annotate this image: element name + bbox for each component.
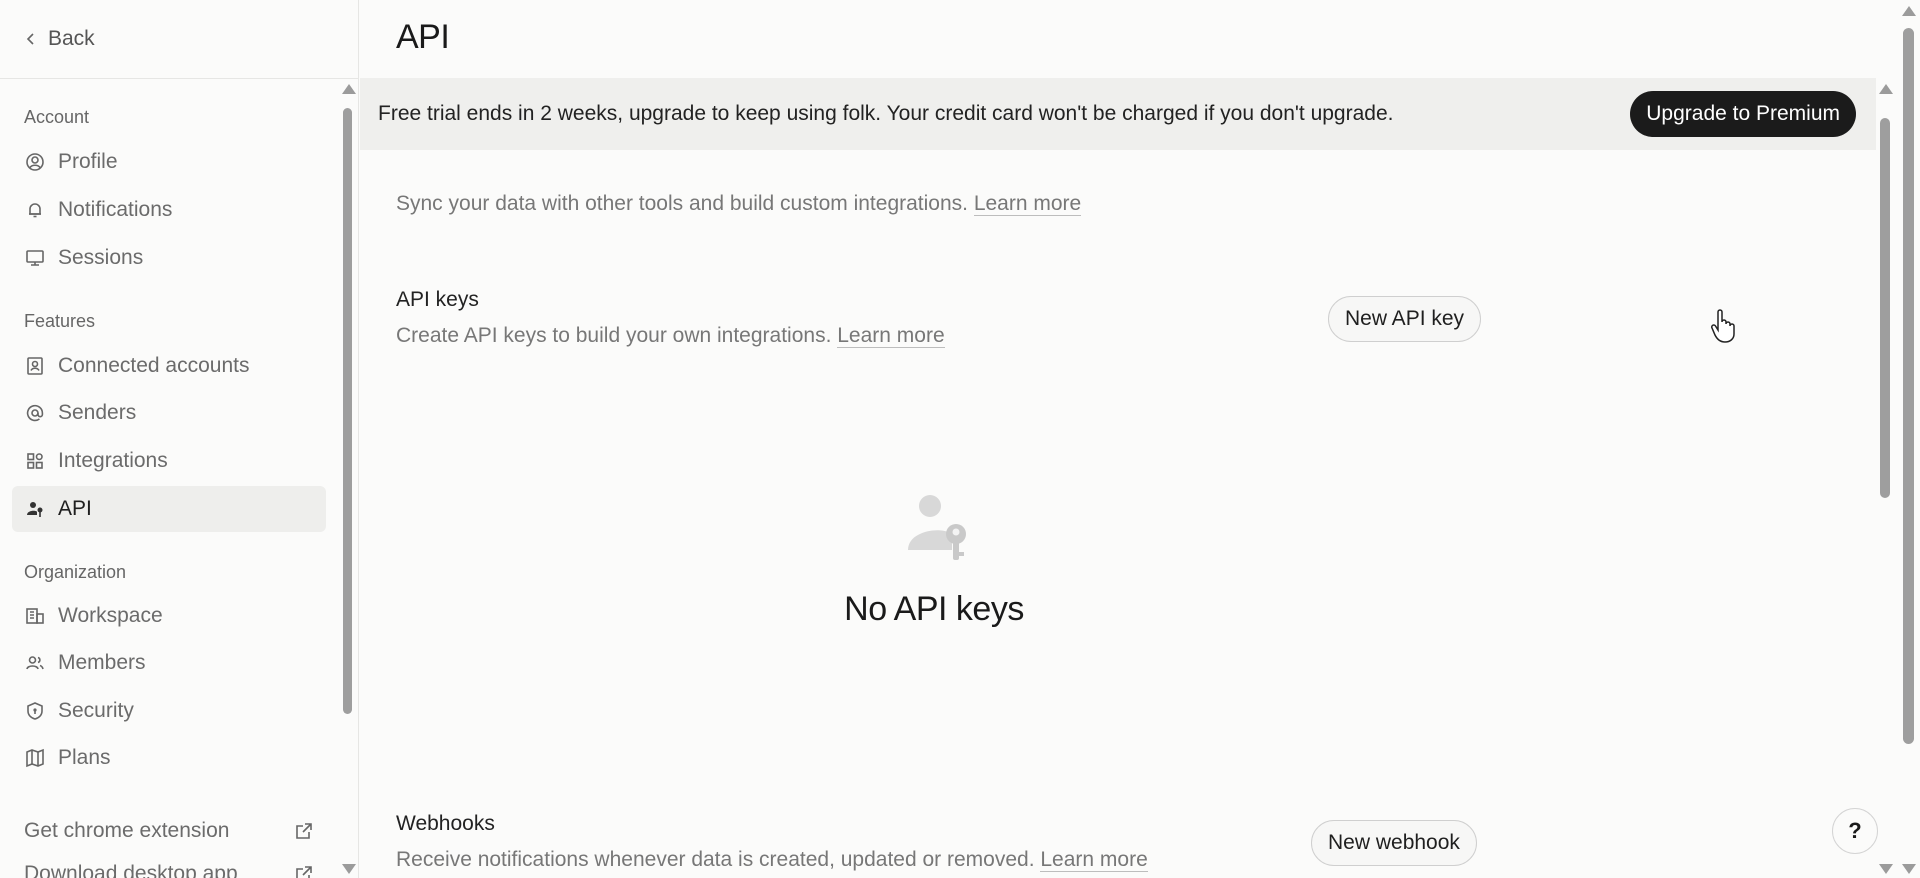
scroll-up-arrow-icon[interactable] xyxy=(342,84,356,94)
intro-text: Sync your data with other tools and buil… xyxy=(396,192,1082,216)
sidebar-item-sessions[interactable]: Sessions xyxy=(12,235,326,281)
users-icon xyxy=(24,652,46,674)
back-label: Back xyxy=(48,27,95,50)
map-icon xyxy=(24,747,46,769)
sidebar-item-workspace[interactable]: Workspace xyxy=(12,593,326,639)
help-button[interactable]: ? xyxy=(1832,808,1878,854)
sidebar-divider xyxy=(0,78,358,79)
at-sign-icon xyxy=(24,402,46,424)
upgrade-to-premium-button[interactable]: Upgrade to Premium xyxy=(1630,91,1856,137)
sidebar-item-members[interactable]: Members xyxy=(12,640,326,686)
webhooks-description-text: Receive notifications whenever data is c… xyxy=(396,848,1035,871)
scroll-up-arrow-icon[interactable] xyxy=(1879,84,1893,94)
banner-text: Free trial ends in 2 weeks, upgrade to k… xyxy=(378,102,1394,125)
sidebar-item-label: API xyxy=(58,497,92,520)
empty-state-title: No API keys xyxy=(844,590,1024,628)
sidebar-item-label: Profile xyxy=(58,150,118,173)
new-api-key-button[interactable]: New API key xyxy=(1328,296,1482,342)
chevron-left-icon xyxy=(26,33,34,45)
sidebar-item-plans[interactable]: Plans xyxy=(12,735,326,781)
back-button[interactable]: Back xyxy=(24,24,95,54)
webhooks-learn-more-link[interactable]: Learn more xyxy=(1040,848,1148,872)
api-keys-description-text: Create API keys to build your own integr… xyxy=(396,324,832,347)
external-link-icon xyxy=(296,823,312,839)
scroll-up-arrow-icon[interactable] xyxy=(1902,6,1916,16)
apps-grid-icon xyxy=(24,450,46,472)
sidebar-item-label: Integrations xyxy=(58,449,168,472)
intro-learn-more-link[interactable]: Learn more xyxy=(973,192,1082,216)
get-chrome-extension-link[interactable]: Get chrome extension xyxy=(24,813,314,849)
webhooks-description: Receive notifications whenever data is c… xyxy=(396,848,1148,872)
api-keys-title: API keys xyxy=(396,288,479,311)
shield-icon xyxy=(24,700,46,722)
sidebar-item-api[interactable]: API xyxy=(12,486,326,532)
sidebar-item-label: Senders xyxy=(58,401,137,424)
user-circle-icon xyxy=(24,151,46,173)
user-key-empty-icon xyxy=(908,495,966,560)
link-label: Download desktop app xyxy=(24,862,238,878)
sidebar-item-connected-accounts[interactable]: Connected accounts xyxy=(12,343,326,389)
scroll-down-arrow-icon[interactable] xyxy=(1879,864,1893,874)
page-title: API xyxy=(396,18,450,56)
webhooks-title: Webhooks xyxy=(396,812,495,835)
intro-description: Sync your data with other tools and buil… xyxy=(396,192,968,215)
user-key-icon xyxy=(24,498,46,520)
scrollbar-thumb[interactable] xyxy=(1903,28,1914,744)
sidebar-item-senders[interactable]: Senders xyxy=(12,390,326,436)
app-window: Back Account Profile Notifications Sessi… xyxy=(0,0,1920,878)
link-label: Get chrome extension xyxy=(24,819,230,842)
sidebar-item-profile[interactable]: Profile xyxy=(12,139,326,185)
trial-banner: Free trial ends in 2 weeks, upgrade to k… xyxy=(360,78,1876,150)
download-desktop-app-link[interactable]: Download desktop app xyxy=(24,856,314,878)
id-card-icon xyxy=(24,355,46,377)
sidebar-item-label: Sessions xyxy=(58,246,144,269)
sidebar-scrollbar[interactable] xyxy=(340,84,356,874)
scroll-down-arrow-icon[interactable] xyxy=(342,864,356,874)
scroll-down-arrow-icon[interactable] xyxy=(1902,864,1916,874)
building-icon xyxy=(24,605,46,627)
api-keys-description: Create API keys to build your own integr… xyxy=(396,324,945,348)
window-scrollbar[interactable] xyxy=(1898,0,1920,878)
sidebar-item-label: Connected accounts xyxy=(58,354,250,377)
scrollbar-thumb[interactable] xyxy=(1880,118,1890,498)
sidebar-item-notifications[interactable]: Notifications xyxy=(12,187,326,233)
sidebar-item-label: Workspace xyxy=(58,604,163,627)
sidebar-item-label: Security xyxy=(58,699,134,722)
settings-sidebar: Back Account Profile Notifications Sessi… xyxy=(0,0,359,878)
hand-cursor-icon xyxy=(1711,309,1735,343)
section-label-account: Account xyxy=(24,107,90,127)
sidebar-item-label: Notifications xyxy=(58,198,173,221)
new-webhook-button[interactable]: New webhook xyxy=(1311,820,1477,866)
sidebar-item-integrations[interactable]: Integrations xyxy=(12,438,326,484)
sidebar-item-label: Plans xyxy=(58,746,111,769)
sidebar-item-label: Members xyxy=(58,651,146,674)
main-content: API Free trial ends in 2 weeks, upgrade … xyxy=(360,0,1898,878)
content-scrollbar[interactable] xyxy=(1876,84,1896,874)
bell-icon xyxy=(24,199,46,221)
sidebar-item-security[interactable]: Security xyxy=(12,688,326,734)
scrollbar-thumb[interactable] xyxy=(343,108,352,714)
external-link-icon xyxy=(296,866,312,878)
monitor-icon xyxy=(24,247,46,269)
section-label-organization: Organization xyxy=(24,562,127,582)
section-label-features: Features xyxy=(24,311,96,331)
api-keys-learn-more-link[interactable]: Learn more xyxy=(837,324,945,348)
